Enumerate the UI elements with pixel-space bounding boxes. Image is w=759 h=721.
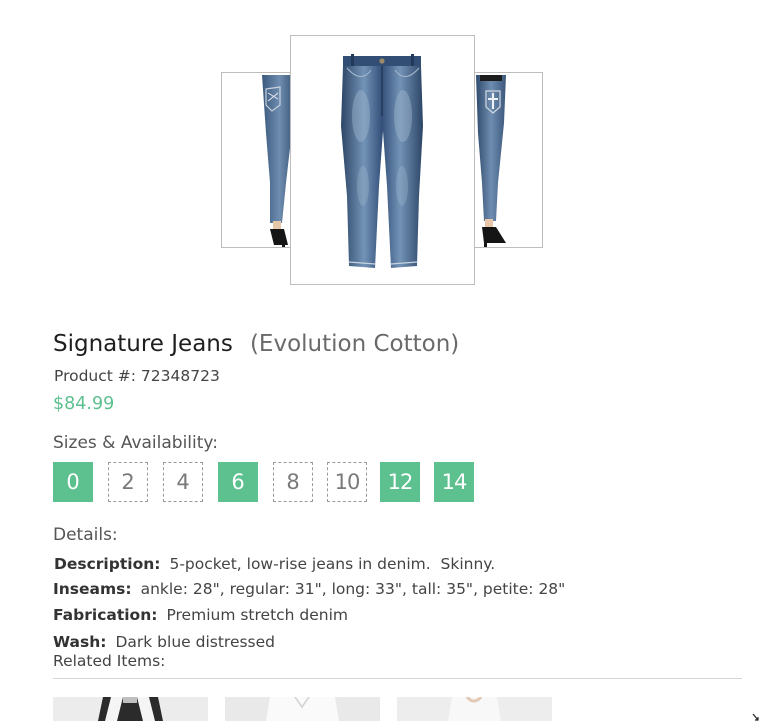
detail-wash-value: Dark blue distressed (115, 633, 276, 651)
related-items-heading: Related Items: (53, 652, 166, 670)
detail-inseams-label: Inseams: (53, 580, 132, 598)
product-image-carousel (0, 0, 759, 300)
detail-wash: Wash: Dark blue distressed (53, 633, 275, 651)
sizes-heading: Sizes & Availability: (53, 433, 218, 453)
related-item-light-image (397, 697, 552, 721)
detail-description-value: 5-pocket, low-rise jeans in denim. Skinn… (169, 555, 496, 573)
product-collection: (Evolution Cotton) (249, 331, 460, 357)
size-option-12[interactable]: 12 (380, 462, 420, 502)
product-title-row: Signature Jeans (Evolution Cotton) (53, 331, 459, 357)
resize-corner-icon[interactable] (752, 713, 759, 721)
size-option-0[interactable]: 0 (53, 462, 93, 502)
detail-fabrication-label: Fabrication: (53, 606, 158, 624)
details-heading: Details: (53, 525, 118, 545)
detail-wash-label: Wash: (53, 633, 107, 651)
size-option-2[interactable]: 2 (108, 462, 148, 502)
related-item-3[interactable] (397, 697, 552, 721)
detail-description-label: Description: (54, 555, 161, 573)
size-option-8[interactable]: 8 (273, 462, 313, 502)
product-price: $84.99 (53, 394, 115, 414)
related-item-1[interactable] (53, 697, 208, 721)
size-option-4[interactable]: 4 (163, 462, 203, 502)
detail-inseams-value: ankle: 28", regular: 31", long: 33", tal… (140, 580, 566, 598)
related-item-2[interactable] (225, 697, 380, 721)
gallery-main-image[interactable] (290, 35, 475, 285)
size-option-14[interactable]: 14 (434, 462, 474, 502)
detail-fabrication: Fabrication: Premium stretch denim (53, 606, 348, 624)
related-item-striped-image (53, 697, 208, 721)
detail-inseams: Inseams: ankle: 28", regular: 31", long: … (53, 580, 565, 598)
detail-description: Description: 5-pocket, low-rise jeans in … (54, 555, 495, 573)
jeans-front-view-image (341, 54, 423, 268)
product-title: Signature Jeans (53, 331, 233, 357)
related-item-white-shirt-image (225, 697, 380, 721)
detail-fabrication-value: Premium stretch denim (166, 606, 349, 624)
size-option-10[interactable]: 10 (327, 462, 367, 502)
size-option-6[interactable]: 6 (218, 462, 258, 502)
related-items-divider (53, 678, 742, 679)
product-number: Product #: 72348723 (54, 367, 220, 385)
